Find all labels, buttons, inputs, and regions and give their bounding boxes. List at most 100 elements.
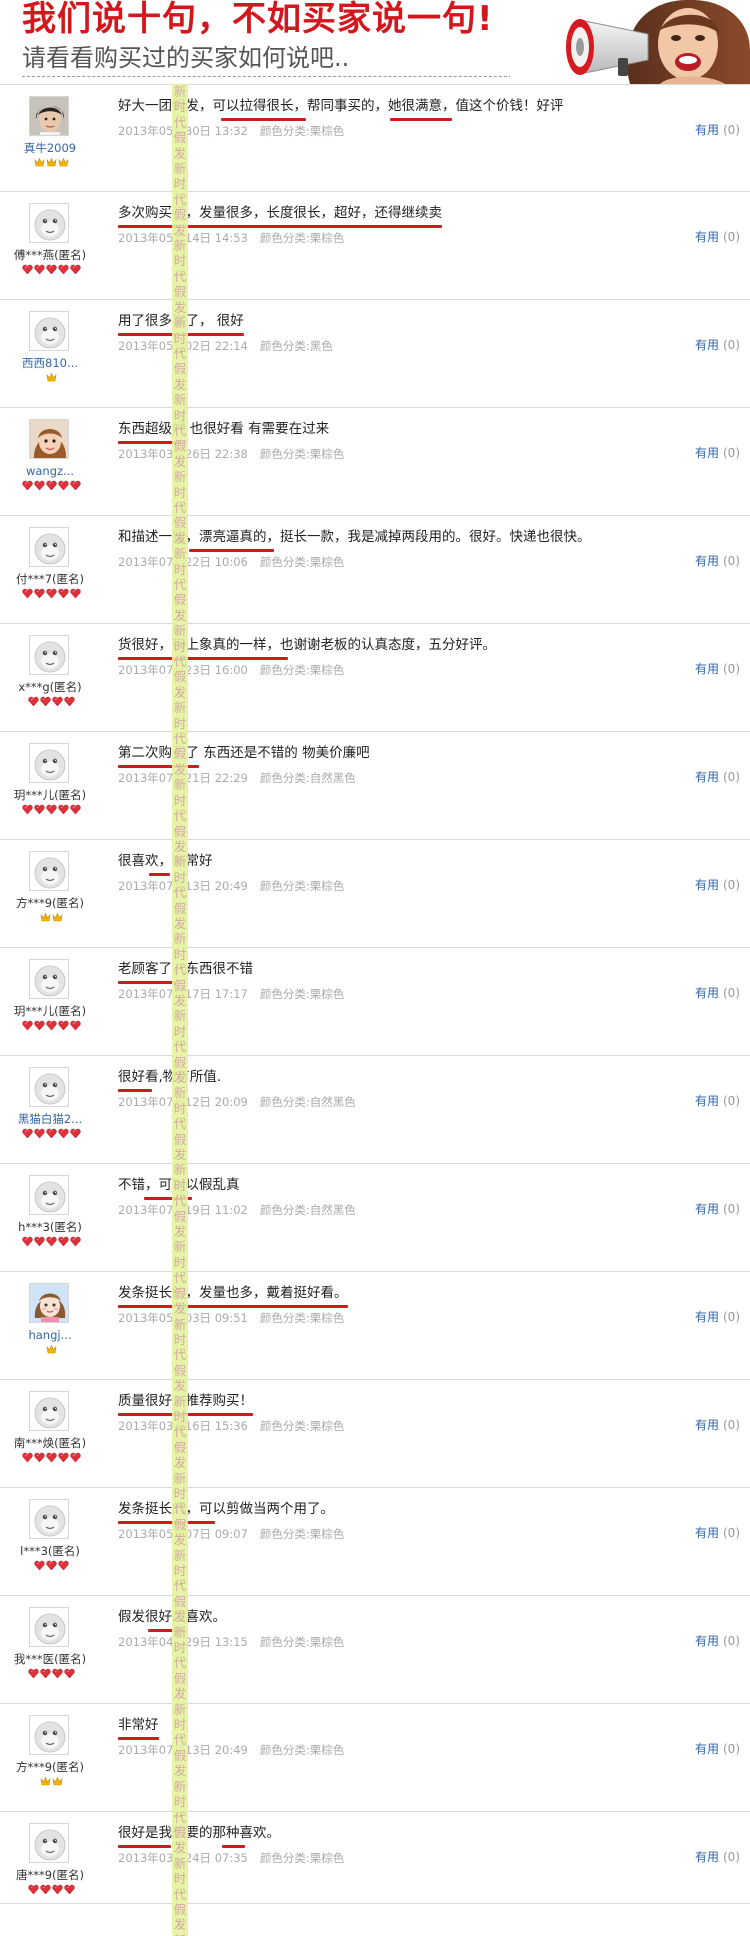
reviewer-name[interactable]: 西西810... — [2, 356, 98, 370]
avatar[interactable] — [29, 311, 69, 351]
helpful-button[interactable]: 有用 (0) — [695, 1417, 740, 1433]
helpful-label[interactable]: 有用 — [695, 1310, 719, 1324]
review-sku-option: 颜色分类:栗棕色 — [259, 879, 345, 893]
avatar[interactable] — [29, 743, 69, 783]
highlight-underline — [189, 549, 274, 552]
review-text: 东西超级好 也很好看 有需要在过来 — [118, 421, 330, 437]
review-sku-option: 颜色分类:栗棕色 — [259, 231, 345, 245]
avatar[interactable] — [29, 1715, 69, 1755]
helpful-label[interactable]: 有用 — [695, 986, 719, 1000]
review-row: 玥***儿(匿名) 第二次购买了 东西还是不错的 物美价廉吧 2013年07月21日… — [0, 732, 750, 840]
review-meta: 2013年05月14日 14:53 颜色分类:栗棕色 — [118, 230, 344, 246]
helpful-button[interactable]: 有用 (0) — [695, 1741, 740, 1757]
avatar[interactable] — [29, 959, 69, 999]
helpful-count: (0) — [723, 230, 740, 244]
helpful-button[interactable]: 有用 (0) — [695, 229, 740, 245]
avatar[interactable] — [29, 203, 69, 243]
helpful-button[interactable]: 有用 (0) — [695, 769, 740, 785]
avatar[interactable] — [29, 1175, 69, 1215]
reviewer-name[interactable]: wangz... — [2, 464, 98, 478]
buyer-rank-red-heart-icon — [4, 1236, 98, 1248]
review-sku-option: 颜色分类:栗棕色 — [259, 1527, 345, 1541]
helpful-button[interactable]: 有用 (0) — [695, 122, 740, 138]
helpful-label[interactable]: 有用 — [695, 1850, 719, 1864]
review-row: 西西810... 用了很多次了， 很好 2013年05月02日 22:14 颜色分类:… — [0, 300, 750, 408]
helpful-button[interactable]: 有用 (0) — [695, 985, 740, 1001]
reviewer-name[interactable]: 真牛2009 — [2, 141, 98, 155]
helpful-label[interactable]: 有用 — [695, 230, 719, 244]
avatar[interactable] — [29, 1067, 69, 1107]
helpful-label[interactable]: 有用 — [695, 1094, 719, 1108]
avatar[interactable] — [29, 851, 69, 891]
helpful-button[interactable]: 有用 (0) — [695, 1309, 740, 1325]
review-sku-option: 颜色分类:栗棕色 — [259, 124, 345, 138]
highlight-underline — [118, 1737, 159, 1740]
helpful-label[interactable]: 有用 — [695, 123, 719, 137]
review-text: 非常好 — [118, 1717, 159, 1733]
helpful-label[interactable]: 有用 — [695, 338, 719, 352]
buyer-rank-gold-crown-icon — [4, 1776, 98, 1788]
helpful-count: (0) — [723, 1634, 740, 1648]
review-row: 玥***儿(匿名)老顾客了，东西很不错2013年07月17日 17:17颜色分类… — [0, 948, 750, 1056]
review-text: 发条挺长的，可以剪做当两个用了。 — [118, 1501, 334, 1517]
helpful-label[interactable]: 有用 — [695, 1634, 719, 1648]
helpful-count: (0) — [723, 1202, 740, 1216]
helpful-button[interactable]: 有用 (0) — [695, 1525, 740, 1541]
reviewer-name[interactable]: 黑猫白猫2... — [2, 1112, 98, 1126]
avatar[interactable] — [29, 1499, 69, 1539]
avatar[interactable] — [29, 96, 69, 136]
helpful-label[interactable]: 有用 — [695, 878, 719, 892]
helpful-button[interactable]: 有用 (0) — [695, 1093, 740, 1109]
buyer-rank-gold-crown-icon — [4, 912, 98, 924]
avatar[interactable] — [29, 527, 69, 567]
reviewer-name: h***3(匿名) — [18, 1220, 82, 1234]
review-sku-option: 颜色分类:栗棕色 — [259, 1851, 345, 1865]
reviewer-name: 玥***儿(匿名) — [13, 788, 87, 802]
helpful-count: (0) — [723, 1850, 740, 1864]
review-row: wangz... 东西超级好 也很好看 有需要在过来 2013年03月26日 22:… — [0, 408, 750, 516]
highlight-underline — [222, 1845, 245, 1848]
buyer-rank-red-heart-icon — [4, 1668, 98, 1680]
helpful-button[interactable]: 有用 (0) — [695, 661, 740, 677]
avatar[interactable] — [29, 1823, 69, 1863]
helpful-label[interactable]: 有用 — [695, 1526, 719, 1540]
helpful-label[interactable]: 有用 — [695, 446, 719, 460]
helpful-label[interactable]: 有用 — [695, 1202, 719, 1216]
buyer-rank-gold-crown-icon — [4, 157, 98, 169]
avatar[interactable] — [29, 1283, 69, 1323]
review-meta: 2013年07月21日 22:29 颜色分类:自然黑色 — [118, 770, 356, 786]
helpful-count: (0) — [723, 770, 740, 784]
avatar[interactable] — [29, 1607, 69, 1647]
helpful-button[interactable]: 有用 (0) — [695, 1633, 740, 1649]
helpful-count: (0) — [723, 1418, 740, 1432]
review-row: 真牛2009 好大一团假发，可以拉得很长，帮同事买的，她很满意，值这个价钱！好评 2… — [0, 84, 750, 192]
helpful-button[interactable]: 有用 (0) — [695, 1849, 740, 1865]
avatar[interactable] — [29, 1391, 69, 1431]
helpful-button[interactable]: 有用 (0) — [695, 877, 740, 893]
review-sku-option: 颜色分类:栗棕色 — [259, 1311, 345, 1325]
helpful-label[interactable]: 有用 — [695, 1418, 719, 1432]
buyer-rank-red-heart-icon — [4, 696, 98, 708]
banner-divider — [22, 76, 527, 77]
helpful-count: (0) — [723, 446, 740, 460]
helpful-label[interactable]: 有用 — [695, 554, 719, 568]
helpful-button[interactable]: 有用 (0) — [695, 337, 740, 353]
reviewer-name: 南***焕(匿名) — [13, 1436, 87, 1450]
helpful-label[interactable]: 有用 — [695, 770, 719, 784]
avatar[interactable] — [29, 419, 69, 459]
helpful-button[interactable]: 有用 (0) — [695, 553, 740, 569]
buyer-rank-gold-crown-icon — [4, 1344, 98, 1356]
avatar[interactable] — [29, 635, 69, 675]
helpful-label[interactable]: 有用 — [695, 662, 719, 676]
helpful-label[interactable]: 有用 — [695, 1742, 719, 1756]
helpful-count: (0) — [723, 554, 740, 568]
helpful-button[interactable]: 有用 (0) — [695, 445, 740, 461]
buyer-rank-red-heart-icon — [4, 1884, 98, 1896]
banner-subheadline: 请看看购买过的买家如何说吧.. — [22, 44, 350, 72]
review-sku-option: 颜色分类:栗棕色 — [259, 1743, 345, 1757]
review-meta: 2013年04月29日 13:15 颜色分类:栗棕色 — [118, 1634, 344, 1650]
review-meta: 2013年07月13日 20:49 颜色分类:栗棕色 — [118, 1742, 344, 1758]
review-text: 发条挺长的，发量也多，戴着挺好看。 — [118, 1285, 348, 1301]
helpful-button[interactable]: 有用 (0) — [695, 1201, 740, 1217]
reviewer-name[interactable]: hangj... — [2, 1328, 98, 1342]
